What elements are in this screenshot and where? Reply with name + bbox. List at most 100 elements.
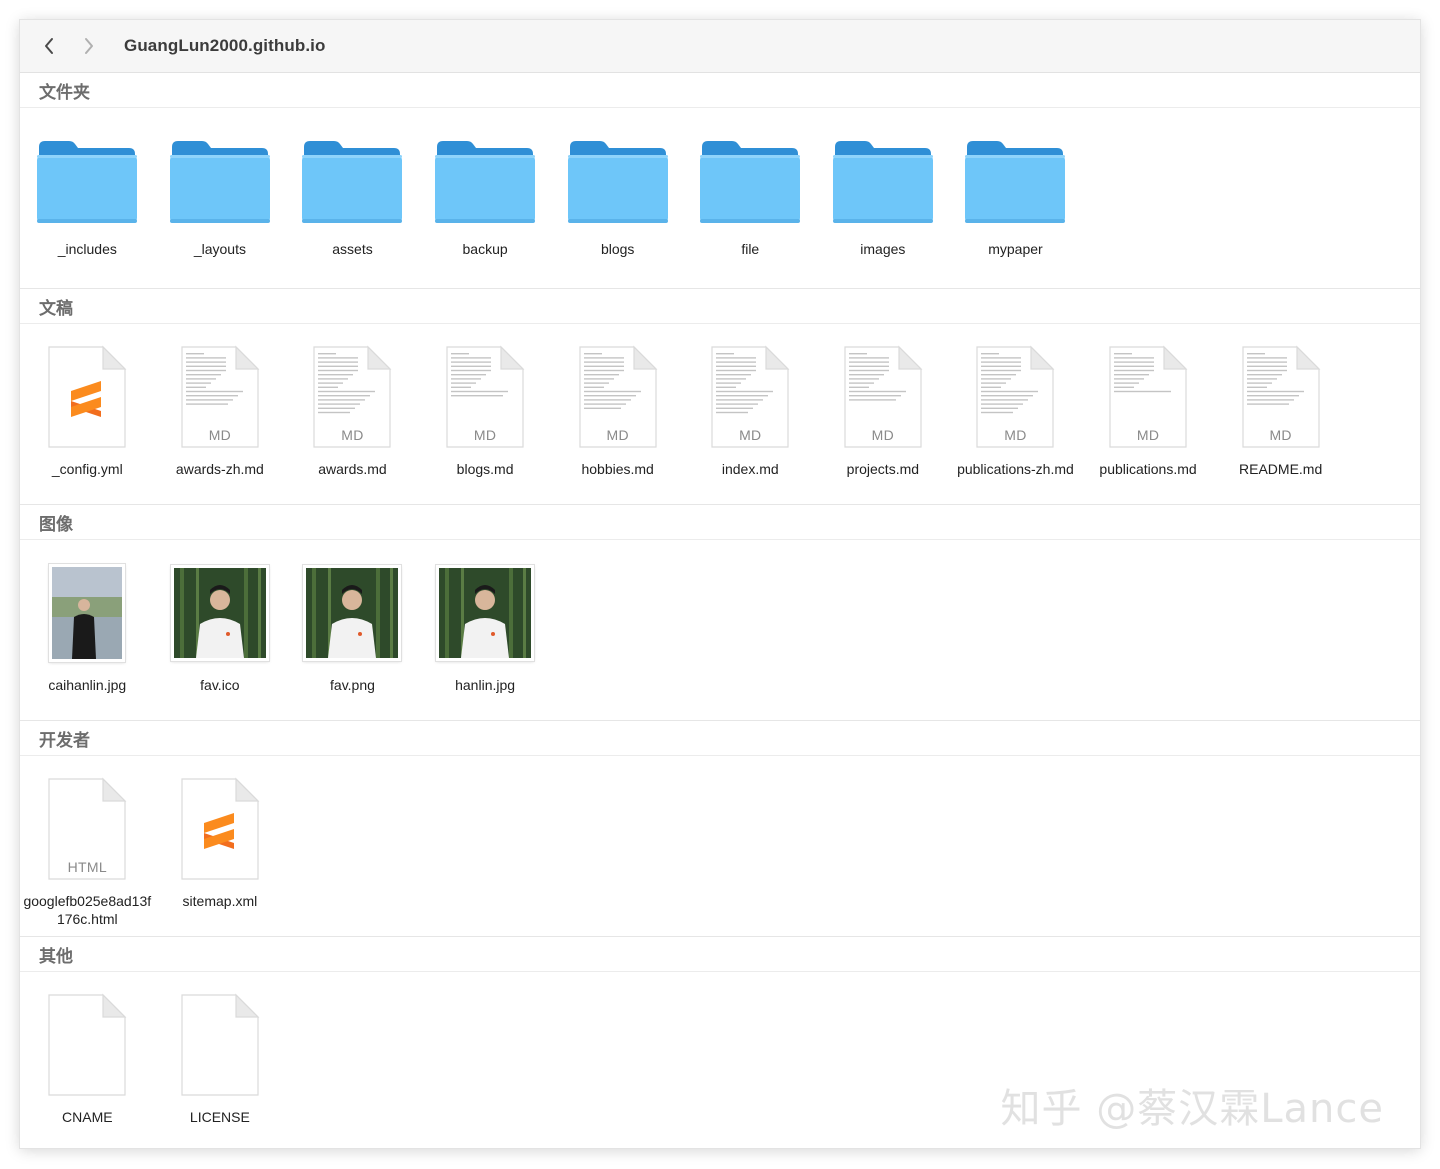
- sublime-text-icon: [180, 777, 260, 881]
- file-name-label: _includes: [57, 241, 117, 257]
- file-type-tag: MD: [1269, 427, 1292, 443]
- file-item[interactable]: _includes: [21, 108, 154, 258]
- markdown-file-icon: MD: [1241, 345, 1321, 449]
- file-name-label: awards.md: [318, 461, 387, 477]
- photo-preview: [173, 568, 266, 658]
- chevron-right-icon: [85, 38, 93, 54]
- file-item[interactable]: file: [684, 108, 817, 258]
- file-item[interactable]: fav.png: [286, 540, 419, 694]
- folder-shape: [168, 137, 272, 225]
- file-name-label: sitemap.xml: [182, 893, 258, 909]
- file-name-label: index.md: [721, 461, 779, 477]
- section-title-folders: 文件夹: [20, 73, 1420, 108]
- developer-grid: HTML googlefb025e8ad13f176c.html sitemap.x…: [20, 756, 1420, 928]
- file-item[interactable]: caihanlin.jpg: [21, 540, 154, 694]
- file-item[interactable]: mypaper: [949, 108, 1082, 258]
- documents-grid: _config.yml MD awards-zh.md MD awards.md MD bl…: [20, 324, 1420, 478]
- file-item[interactable]: images: [817, 108, 950, 258]
- folder-icon: [168, 137, 272, 225]
- file-name-label: backup: [462, 241, 508, 257]
- folder-icon: [566, 137, 670, 225]
- file-type-tag: MD: [606, 427, 629, 443]
- file-item[interactable]: fav.ico: [154, 540, 287, 694]
- folder-shape: [698, 137, 802, 225]
- file-item[interactable]: backup: [419, 108, 552, 258]
- finder-window: GuangLun2000.github.io 文件夹 _includes _lay…: [20, 20, 1420, 1148]
- file-type-tag: MD: [341, 427, 364, 443]
- folder-shape: [963, 137, 1067, 225]
- folders-grid: _includes _layouts assets backup blogs file im…: [20, 108, 1420, 258]
- folder-shape: [433, 137, 537, 225]
- file-name-label: hobbies.md: [581, 461, 654, 477]
- file-item[interactable]: MD hobbies.md: [551, 324, 684, 478]
- file-type-tag: MD: [1136, 427, 1160, 443]
- file-name-label: LICENSE: [189, 1109, 250, 1125]
- file-item[interactable]: assets: [286, 108, 419, 258]
- file-item[interactable]: MD awards.md: [286, 324, 419, 478]
- folder-icon: [698, 137, 802, 225]
- forward-button[interactable]: [76, 33, 102, 59]
- file-item[interactable]: MD awards-zh.md: [154, 324, 287, 478]
- sublime-logo-icon: [200, 809, 240, 853]
- file-item[interactable]: MD README.md: [1214, 324, 1347, 478]
- file-name-label: projects.md: [846, 461, 920, 477]
- file-name-label: blogs: [600, 241, 635, 257]
- markdown-file-icon: MD: [312, 345, 392, 449]
- file-item[interactable]: MD publications-zh.md: [949, 324, 1082, 478]
- markdown-file-icon: MD: [1108, 345, 1188, 449]
- file-name-label: publications-zh.md: [957, 461, 1074, 477]
- toolbar: GuangLun2000.github.io: [20, 20, 1420, 73]
- section-images: 图像 caihanlin.jpg fav.ico fav.png hanlin.jpg: [20, 505, 1420, 721]
- file-item[interactable]: _layouts: [154, 108, 287, 258]
- file-type-tag: MD: [473, 427, 497, 443]
- file-name-label: blogs.md: [456, 461, 514, 477]
- file-item[interactable]: MD publications.md: [1082, 324, 1215, 478]
- file-type-tag: MD: [871, 427, 895, 443]
- folder-icon: [433, 137, 537, 225]
- markdown-file-icon: MD: [578, 345, 658, 449]
- markdown-file-icon: MD: [180, 345, 260, 449]
- watermark: 知乎 @蔡汉霖Lance: [1000, 1086, 1384, 1132]
- file-item[interactable]: MD blogs.md: [419, 324, 552, 478]
- file-name-label: README.md: [1239, 461, 1323, 477]
- folder-icon: [963, 137, 1067, 225]
- window-title: GuangLun2000.github.io: [124, 36, 326, 55]
- file-name-label: mypaper: [988, 241, 1043, 257]
- file-item[interactable]: sitemap.xml: [154, 756, 287, 928]
- file-item[interactable]: _config.yml: [21, 324, 154, 478]
- photo-thumbnail-icon: [49, 561, 126, 665]
- folder-shape: [300, 137, 404, 225]
- section-title-developer: 开发者: [20, 721, 1420, 756]
- markdown-file-icon: MD: [710, 345, 790, 449]
- file-name-label: awards-zh.md: [175, 461, 264, 477]
- file-item[interactable]: hanlin.jpg: [419, 540, 552, 694]
- photo-preview: [52, 567, 123, 659]
- folder-icon: [831, 137, 935, 225]
- file-type-tag: HTML: [67, 859, 107, 875]
- page-shape: [180, 993, 260, 1097]
- photo-thumbnail-icon: [303, 561, 402, 665]
- file-item[interactable]: LICENSE: [154, 972, 287, 1126]
- file-name-label: images: [860, 241, 906, 257]
- section-title-documents: 文稿: [20, 289, 1420, 324]
- image-thumbnail: [170, 565, 269, 661]
- file-name-label: _layouts: [193, 241, 246, 257]
- section-title-other: 其他: [20, 937, 1420, 972]
- images-grid: caihanlin.jpg fav.ico fav.png hanlin.jpg: [20, 540, 1420, 694]
- file-item[interactable]: MD index.md: [684, 324, 817, 478]
- back-button[interactable]: [36, 33, 62, 59]
- file-name-label: fav.png: [330, 677, 375, 693]
- html-file-icon: HTML: [47, 777, 127, 881]
- file-item[interactable]: blogs: [551, 108, 684, 258]
- file-name-label: publications.md: [1099, 461, 1197, 477]
- file-item[interactable]: CNAME: [21, 972, 154, 1126]
- blank-file-icon: [47, 993, 127, 1097]
- section-developer: 开发者 HTML googlefb025e8ad13f176c.html sitem…: [20, 721, 1420, 937]
- image-thumbnail: [436, 565, 535, 661]
- file-item[interactable]: MD projects.md: [817, 324, 950, 478]
- folder-icon: [300, 137, 404, 225]
- file-item[interactable]: HTML googlefb025e8ad13f176c.html: [21, 756, 154, 928]
- file-type-tag: MD: [208, 427, 232, 443]
- blank-file-icon: [180, 993, 260, 1097]
- folder-shape: [35, 137, 139, 225]
